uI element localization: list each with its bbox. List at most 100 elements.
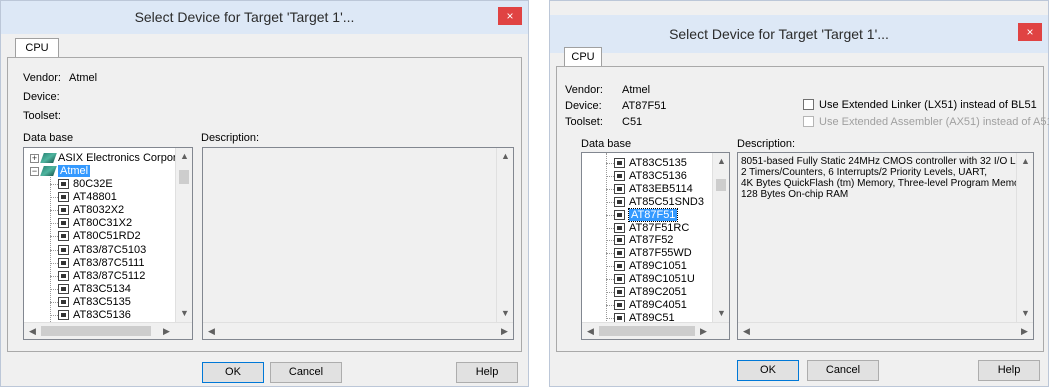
tree-device-label: AT48801: [73, 191, 117, 204]
right-desc-hscroll[interactable]: ◀ ▶: [738, 322, 1033, 339]
assembler-checkbox[interactable]: [803, 116, 814, 127]
scroll-right-icon[interactable]: ▶: [1016, 323, 1033, 339]
vendor-icon: [40, 166, 57, 177]
tree-vendor-atmel[interactable]: − Atmel: [30, 165, 91, 178]
scroll-up-icon[interactable]: ▲: [1017, 153, 1033, 170]
left-database-label: Data base: [23, 132, 74, 144]
tree-device-label: AT83C5135: [73, 295, 131, 308]
tree-device-row[interactable]: AT87F51: [606, 207, 679, 222]
scroll-thumb[interactable]: [179, 170, 189, 184]
right-desc-vscroll[interactable]: ▲ ▼: [1016, 153, 1033, 322]
tree-device-label: AT83C5136: [73, 309, 131, 322]
tree-vendor-asix[interactable]: + ASIX Electronics Corporat: [30, 152, 186, 165]
tree-device-label: AT80C51RD2: [73, 230, 141, 243]
right-tree-vscroll[interactable]: ▲ ▼: [712, 153, 729, 322]
tree-device-label: AT89C2051: [629, 286, 687, 299]
right-help-button[interactable]: Help: [978, 360, 1040, 381]
scroll-up-icon[interactable]: ▲: [176, 148, 192, 165]
tree-device-row[interactable]: AT89C1051U: [606, 273, 695, 286]
tree-device-row[interactable]: AT87F51RC: [606, 222, 689, 235]
scroll-right-icon[interactable]: ▶: [695, 323, 712, 339]
tree-device-row[interactable]: AT83/87C5103: [50, 244, 146, 257]
right-vendor-label: Vendor:: [565, 84, 603, 96]
tree-device-row[interactable]: 80C32E: [50, 178, 113, 191]
right-tab-cpu[interactable]: CPU: [564, 47, 602, 67]
right-close-button[interactable]: ×: [1018, 23, 1042, 41]
left-device-label: Device:: [23, 91, 60, 103]
scroll-thumb-h[interactable]: [599, 326, 695, 336]
scroll-left-icon[interactable]: ◀: [582, 323, 599, 339]
chip-icon: [58, 244, 69, 255]
tree-device-row[interactable]: AT83/87C5111: [50, 257, 145, 270]
scroll-up-icon[interactable]: ▲: [713, 153, 729, 170]
scroll-down-icon[interactable]: ▼: [176, 305, 192, 322]
right-database-tree[interactable]: AT83C5135 AT83C5136 AT83EB5114 AT85C51SND3 A…: [581, 152, 730, 340]
left-titlebar[interactable]: Select Device for Target 'Target 1'... ×: [1, 1, 528, 34]
right-ok-button[interactable]: OK: [737, 360, 799, 381]
tree-device-row[interactable]: AT89C1051: [606, 260, 687, 273]
right-titlebar[interactable]: Select Device for Target 'Target 1'... ×: [550, 15, 1048, 53]
left-help-button[interactable]: Help: [456, 362, 518, 383]
scroll-thumb[interactable]: [716, 179, 726, 191]
chip-icon: [614, 261, 625, 272]
left-ok-button[interactable]: OK: [202, 362, 264, 383]
chip-icon: [614, 235, 625, 246]
tree-device-label: AT87F51: [627, 207, 679, 222]
scroll-up-icon[interactable]: ▲: [497, 148, 513, 165]
linker-checkbox-label[interactable]: Use Extended Linker (LX51) instead of BL…: [819, 99, 1037, 111]
tree-device-row[interactable]: AT8032X2: [50, 204, 124, 217]
left-tree-hscroll[interactable]: ◀ ▶: [24, 322, 192, 339]
scroll-down-icon[interactable]: ▼: [1017, 305, 1033, 322]
tree-device-row[interactable]: AT83C5136: [50, 309, 131, 322]
tree-device-row[interactable]: AT83C5135: [606, 157, 687, 170]
chip-icon: [58, 192, 69, 203]
left-desc-hscroll[interactable]: ◀ ▶: [203, 322, 513, 339]
scroll-down-icon[interactable]: ▼: [497, 305, 513, 322]
scroll-thumb-h[interactable]: [41, 326, 151, 336]
right-device-label: Device:: [565, 100, 602, 112]
tree-device-row[interactable]: AT83C5136: [606, 170, 687, 183]
scroll-right-icon[interactable]: ▶: [158, 323, 175, 339]
left-tab-cpu[interactable]: CPU: [15, 38, 59, 58]
tree-device-row[interactable]: AT83/87C5112: [50, 270, 145, 283]
tree-device-row[interactable]: AT83C5135: [50, 295, 131, 309]
tree-device-label: AT80C31X2: [73, 217, 133, 230]
tree-device-row[interactable]: AT85C51SND3: [606, 196, 704, 209]
tree-device-row[interactable]: AT83C5134: [50, 282, 131, 296]
tree-device-label: AT87F55WD: [629, 247, 692, 260]
vendor-icon: [40, 153, 57, 164]
tree-device-label: AT83C5134: [73, 282, 131, 295]
right-description-label: Description:: [737, 138, 796, 150]
scroll-left-icon[interactable]: ◀: [738, 323, 755, 339]
left-database-tree[interactable]: + ASIX Electronics Corporat − Atmel 80C32E…: [23, 147, 193, 340]
chip-icon: [58, 310, 69, 321]
scroll-right-icon[interactable]: ▶: [496, 323, 513, 339]
tree-device-row[interactable]: AT87F55WD: [606, 247, 692, 260]
tree-device-label: AT89C1051: [629, 260, 687, 273]
left-tree-vscroll[interactable]: ▲ ▼: [175, 148, 192, 322]
description-line: 2 Timers/Counters, 6 Interrupts/2 Priori…: [741, 167, 988, 178]
tree-device-row[interactable]: AT89C4051: [606, 299, 687, 312]
collapse-icon[interactable]: −: [30, 166, 39, 176]
right-tree-hscroll[interactable]: ◀ ▶: [582, 322, 729, 339]
tree-device-row[interactable]: AT80C51RD2: [50, 230, 141, 243]
left-cancel-button[interactable]: Cancel: [270, 362, 342, 383]
tree-device-row[interactable]: AT89C2051: [606, 286, 687, 299]
linker-checkbox[interactable]: [803, 99, 814, 110]
scroll-down-icon[interactable]: ▼: [713, 305, 729, 322]
assembler-checkbox-label[interactable]: Use Extended Assembler (AX51) instead of…: [819, 116, 1049, 128]
left-desc-vscroll[interactable]: ▲ ▼: [496, 148, 513, 322]
left-close-button[interactable]: ×: [498, 7, 522, 25]
right-cancel-button[interactable]: Cancel: [807, 360, 879, 381]
left-toolset-label: Toolset:: [23, 110, 61, 122]
left-description-label: Description:: [201, 132, 260, 144]
expand-icon[interactable]: +: [30, 153, 39, 163]
tree-device-row[interactable]: AT80C31X2: [50, 217, 133, 230]
scroll-left-icon[interactable]: ◀: [203, 323, 220, 339]
tree-device-row[interactable]: AT48801: [50, 191, 117, 204]
scroll-left-icon[interactable]: ◀: [24, 323, 41, 339]
tree-device-row[interactable]: AT83EB5114: [606, 183, 693, 196]
left-dialog-title: Select Device for Target 'Target 1'...: [134, 9, 355, 25]
right-description-box: 8051-based Fully Static 24MHz CMOS contr…: [737, 152, 1034, 340]
tree-device-row[interactable]: AT87F52: [606, 234, 673, 247]
